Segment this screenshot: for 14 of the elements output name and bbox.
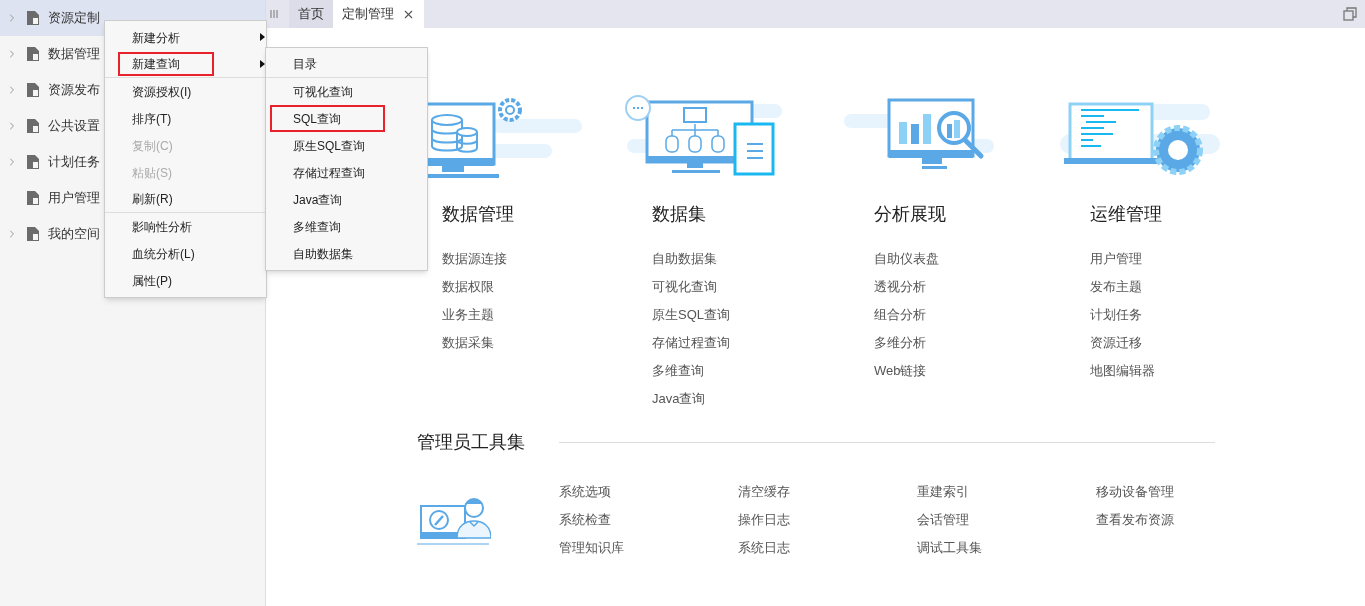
sidebar-label: 资源定制 [48,9,100,28]
sidebar-label: 计划任务 [48,153,100,172]
section-heading: 分析展现 [873,203,946,226]
section-heading: 数据管理 [441,203,514,226]
section-heading: 运维管理 [1089,203,1162,226]
sidebar-label: 资源发布 [48,81,100,100]
admin-tools-heading: 管理员工具集 [417,431,526,454]
tab-label: 首页 [298,5,324,24]
section-heading: 数据集 [651,203,706,226]
sidebar-label: 数据管理 [48,45,100,64]
sidebar-label: 我的空间 [48,225,100,244]
sidebar-label: 用户管理 [48,189,100,208]
sidebar-label: 公共设置 [48,117,100,136]
tab-label: 定制管理 [342,5,394,24]
